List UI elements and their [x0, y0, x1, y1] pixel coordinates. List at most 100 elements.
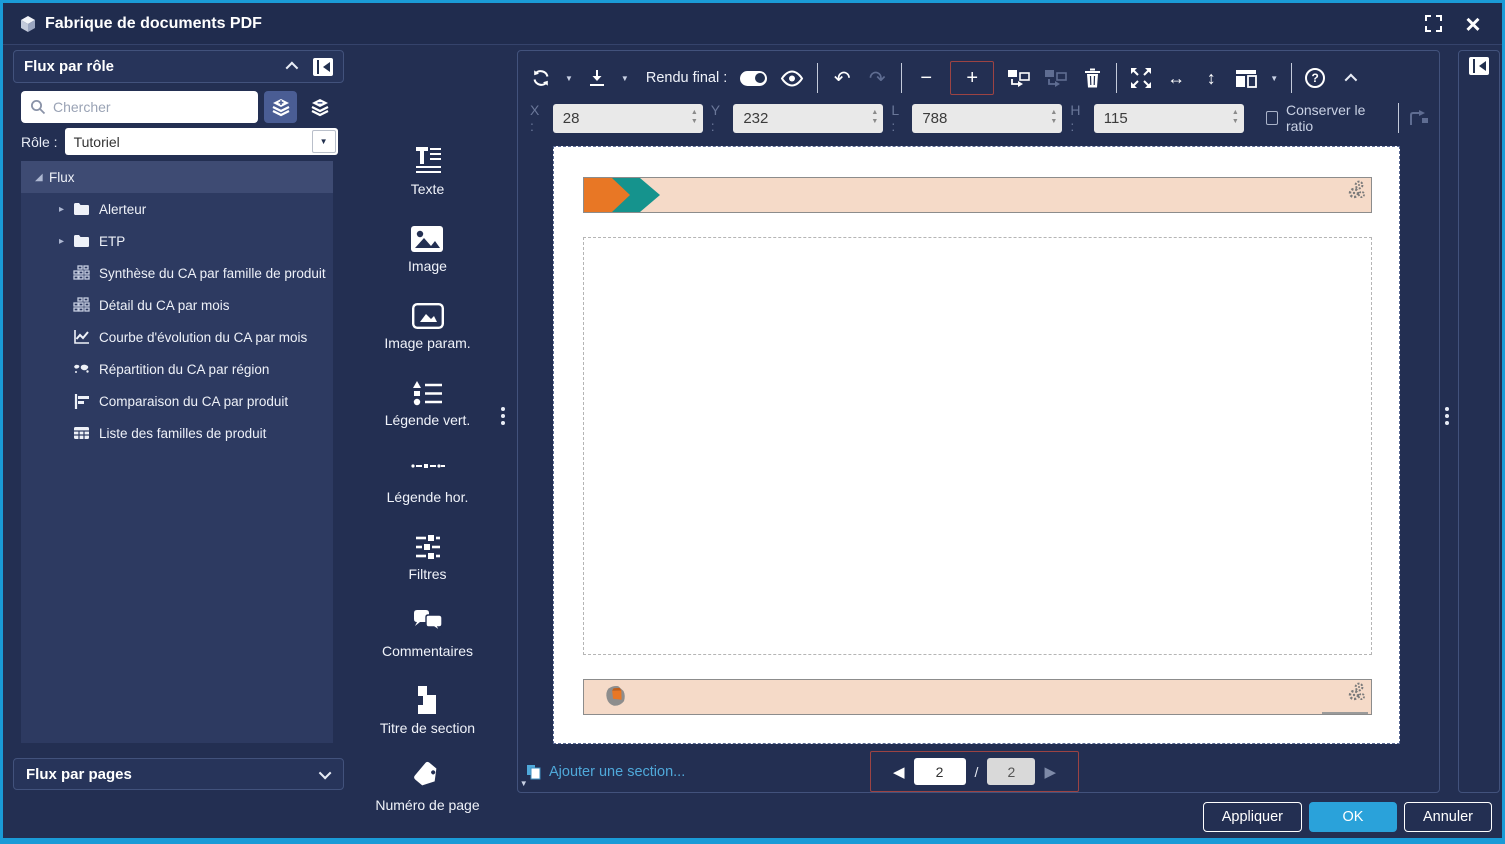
footer-settings-gears-icon[interactable]	[1348, 682, 1366, 702]
x-label: X :	[530, 102, 545, 134]
fit-page-button[interactable]	[1130, 65, 1152, 91]
tree-node-etp[interactable]: ▸ ETP	[21, 225, 333, 257]
tool-titre-de-section[interactable]: Titre de section	[380, 680, 475, 736]
ok-button[interactable]: OK	[1309, 802, 1397, 832]
tree-node-label: Comparaison du CA par produit	[99, 394, 288, 409]
y-spinner[interactable]: ▲▼	[871, 108, 878, 126]
tool-image[interactable]: Image	[408, 218, 447, 274]
tree-node-comparaison[interactable]: Comparaison du CA par produit	[21, 385, 333, 417]
y-input[interactable]	[733, 104, 883, 133]
tool-label: Commentaires	[382, 643, 473, 659]
trash-icon	[1084, 68, 1101, 88]
page-content-zone[interactable]	[583, 237, 1372, 655]
refresh-button[interactable]	[530, 65, 552, 91]
window-title: Fabrique de documents PDF	[45, 15, 262, 33]
tree-node-label: Courbe d'évolution du CA par mois	[99, 330, 307, 345]
expand-all-button[interactable]	[264, 91, 297, 123]
chevron-up-icon	[285, 62, 298, 75]
tree-node-flux[interactable]: ◢ Flux	[21, 161, 333, 193]
redo-button[interactable]: ↷	[866, 65, 888, 91]
role-select[interactable]: Tutoriel ▼	[65, 128, 338, 155]
tool-texte[interactable]: Texte	[411, 141, 444, 197]
delete-button[interactable]	[1081, 65, 1103, 91]
total-pages-value: 2	[987, 758, 1035, 785]
zoom-in-button[interactable]: +	[961, 65, 983, 91]
current-page-input[interactable]	[914, 758, 966, 785]
preview-button[interactable]	[780, 65, 804, 91]
zoom-in-highlight-box: +	[950, 61, 994, 95]
tool-numero-de-page[interactable]: ▼ Numéro de page	[375, 757, 479, 813]
x-input[interactable]	[553, 104, 703, 133]
undo-button[interactable]: ↶	[831, 65, 853, 91]
dock-left-panel-button[interactable]	[313, 58, 333, 76]
canvas-toolbar: ▼ ▼ Rendu final : ↶ ↷ − +	[530, 59, 1429, 97]
role-dropdown-button[interactable]: ▼	[312, 130, 336, 153]
page-header-band[interactable]	[583, 177, 1372, 213]
document-page[interactable]	[553, 146, 1400, 744]
tree-node-synthese[interactable]: Synthèse du CA par famille de produit	[21, 257, 333, 289]
dock-right-panel-button[interactable]	[1469, 57, 1489, 75]
search-input[interactable]	[21, 91, 258, 123]
zoom-out-button[interactable]: −	[915, 65, 937, 91]
layout-columns-button[interactable]	[1235, 65, 1257, 91]
right-splitter-handle[interactable]	[1445, 407, 1449, 425]
dock-right-icon	[1479, 61, 1486, 71]
send-backward-button[interactable]	[1044, 65, 1068, 91]
expand-icon	[1130, 67, 1152, 89]
cancel-button[interactable]: Annuler	[1404, 802, 1492, 832]
tool-legende-vert[interactable]: Légende vert.	[385, 372, 471, 428]
collapse-toolbar-button[interactable]	[1338, 65, 1360, 91]
collapse-all-button[interactable]	[303, 91, 336, 123]
tree-node-repartition[interactable]: Répartition du CA par région	[21, 353, 333, 385]
caret-down-icon: ▼	[320, 137, 328, 146]
previous-page-button[interactable]: ◀	[893, 763, 905, 781]
height-spinner[interactable]: ▲▼	[1232, 108, 1239, 126]
bar-chart-icon	[73, 393, 90, 410]
app-logo-icon	[19, 15, 37, 33]
text-tool-icon	[413, 141, 443, 175]
transform-mode-button[interactable]	[1407, 105, 1429, 131]
width-input[interactable]	[912, 104, 1062, 133]
next-page-button[interactable]: ▶	[1044, 763, 1056, 781]
close-button[interactable]: ×	[1460, 11, 1486, 37]
comments-icon	[412, 603, 444, 637]
header-settings-gears-icon[interactable]	[1348, 180, 1366, 200]
keep-ratio-control[interactable]: Conserver le ratio	[1266, 102, 1380, 134]
send-backward-icon	[1044, 68, 1068, 88]
final-render-toggle[interactable]	[740, 71, 767, 86]
resize-corner-icon	[1407, 109, 1429, 127]
download-button[interactable]	[586, 65, 608, 91]
bring-forward-button[interactable]	[1007, 65, 1031, 91]
keep-ratio-checkbox[interactable]	[1266, 111, 1278, 125]
apply-button[interactable]: Appliquer	[1203, 802, 1302, 832]
tool-label: Titre de section	[380, 720, 475, 736]
refresh-caret-button[interactable]: ▼	[565, 74, 573, 83]
tool-commentaires[interactable]: Commentaires	[382, 603, 473, 659]
dock-left-icon	[323, 62, 330, 72]
tool-filtres[interactable]: Filtres	[408, 526, 446, 582]
section-title-icon	[414, 680, 440, 714]
download-caret-button[interactable]: ▼	[621, 74, 629, 83]
tool-legende-hor[interactable]: Légende hor.	[387, 449, 469, 505]
fullscreen-button[interactable]	[1420, 11, 1446, 37]
width-spinner[interactable]: ▲▼	[1050, 108, 1057, 126]
tree-node-alerteur[interactable]: ▸ Alerteur	[21, 193, 333, 225]
tree-node-detail[interactable]: Détail du CA par mois	[21, 289, 333, 321]
tool-image-param[interactable]: Image param.	[384, 295, 470, 351]
x-spinner[interactable]: ▲▼	[691, 108, 698, 126]
add-section-button[interactable]: Ajouter une section...	[526, 764, 685, 780]
layout-caret-button[interactable]: ▼	[1270, 74, 1278, 83]
fit-width-button[interactable]: ↔	[1165, 65, 1187, 91]
fit-height-button[interactable]: ↕	[1200, 65, 1222, 91]
flux-par-role-panel-header: Flux par rôle	[13, 50, 344, 83]
left-splitter-handle[interactable]	[501, 407, 505, 425]
pivot-grid-icon	[73, 265, 90, 282]
collapse-panel-button[interactable]	[277, 54, 303, 80]
tree-node-courbe[interactable]: Courbe d'évolution du CA par mois	[21, 321, 333, 353]
height-input[interactable]	[1094, 104, 1244, 133]
help-button[interactable]: ?	[1305, 68, 1325, 88]
add-section-label: Ajouter une section...	[549, 764, 685, 780]
tree-node-liste[interactable]: Liste des familles de produit	[21, 417, 333, 449]
flux-par-pages-panel-header[interactable]: Flux par pages	[13, 758, 344, 790]
page-footer-band[interactable]	[583, 679, 1372, 715]
